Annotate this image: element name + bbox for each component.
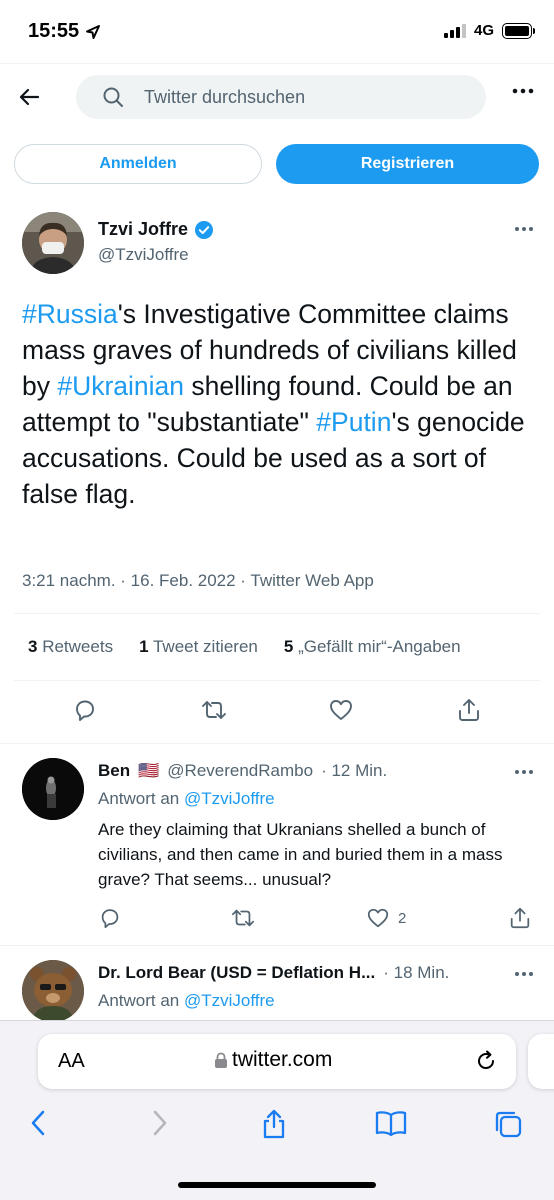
reply-author-name[interactable]: Ben: [98, 761, 130, 781]
signal-icon: [443, 23, 466, 38]
back-arrow-icon[interactable]: [16, 84, 42, 110]
reply-likes-count: 2: [398, 909, 407, 927]
signup-button[interactable]: Registrieren: [276, 144, 539, 184]
battery-icon: [502, 22, 535, 39]
avatar[interactable]: [22, 212, 84, 274]
reply-to-line: Antwort an @TzviJoffre: [98, 789, 275, 809]
retweets-count: 3: [28, 637, 38, 656]
tweet-timestamp[interactable]: 3:21 nachm. · 16. Feb. 2022 · Twitter We…: [22, 571, 374, 591]
status-time-text: 15:55: [28, 20, 80, 42]
next-tab-peek[interactable]: [528, 1034, 554, 1089]
retweets-stat[interactable]: 3 Retweets: [28, 637, 113, 657]
like-icon[interactable]: [328, 697, 354, 723]
quotes-stat[interactable]: 1 Tweet zitieren: [139, 637, 258, 657]
status-indicators: 4G: [443, 22, 535, 39]
divider: [14, 680, 540, 681]
avatar-photo: [22, 758, 84, 820]
reply-to-label: Antwort an: [98, 789, 180, 808]
avatar[interactable]: [22, 758, 84, 820]
top-divider: [0, 63, 554, 64]
login-button[interactable]: Anmelden: [14, 144, 262, 184]
text-size-button[interactable]: AA: [58, 1050, 85, 1073]
tweet-stats: 3 Retweets 1 Tweet zitieren 5 „Gefällt m…: [28, 637, 461, 657]
likes-stat[interactable]: 5 „Gefällt mir“-Angaben: [284, 637, 461, 657]
reply-more-icon[interactable]: [514, 971, 534, 977]
reload-icon[interactable]: [474, 1049, 498, 1073]
quotes-count: 1: [139, 637, 149, 656]
retweet-icon[interactable]: [230, 906, 256, 930]
reply-to-line: Antwort an @TzviJoffre: [98, 991, 275, 1011]
reply-text: Are they claiming that Ukranians shelled…: [98, 820, 503, 889]
reply-to-label: Antwort an: [98, 991, 180, 1010]
reply-time[interactable]: · 18 Min.: [383, 963, 449, 983]
reply-icon[interactable]: [72, 697, 98, 723]
retweet-icon[interactable]: [200, 697, 228, 723]
divider: [0, 743, 554, 744]
reply-icon[interactable]: [98, 906, 122, 930]
likes-label: „Gefällt mir“-Angaben: [298, 637, 461, 656]
hashtag-putin[interactable]: #Putin: [316, 407, 391, 437]
avatar-photo: [22, 212, 84, 274]
hashtag-ukrainian[interactable]: #Ukrainian: [57, 371, 184, 401]
search-placeholder: Twitter durchsuchen: [144, 86, 306, 107]
search-input[interactable]: Twitter durchsuchen: [76, 75, 486, 119]
tweet-text: #Russia's Investigative Committee claims…: [22, 296, 534, 512]
tweet-author-name[interactable]: Tzvi Joffre: [98, 219, 214, 240]
like-icon: [367, 908, 389, 928]
reply-author-handle[interactable]: @ReverendRambo: [167, 761, 313, 781]
location-arrow-icon: [86, 24, 101, 39]
quotes-label: Tweet zitieren: [152, 637, 258, 656]
search-icon: [103, 87, 123, 107]
network-label: 4G: [473, 22, 494, 39]
avatar[interactable]: [22, 960, 84, 1022]
home-indicator: [178, 1182, 376, 1188]
reply-header: Ben 🇺🇸 @ReverendRambo · 12 Min.: [98, 761, 387, 781]
avatar-photo: [22, 960, 84, 1022]
reply-header: Dr. Lord Bear (USD = Deflation H... · 18…: [98, 963, 449, 983]
share-icon[interactable]: [456, 697, 482, 723]
retweets-label: Retweets: [42, 637, 114, 656]
verified-badge-icon: [195, 220, 214, 239]
status-time: 15:55: [28, 20, 101, 43]
reply-author-name[interactable]: Dr. Lord Bear (USD = Deflation H...: [98, 963, 375, 983]
bookmarks-icon[interactable]: [374, 1108, 408, 1138]
reply-like-button[interactable]: 2: [366, 906, 406, 930]
divider: [0, 945, 554, 946]
likes-count: 5: [283, 637, 294, 656]
author-name-text: Tzvi Joffre: [98, 219, 189, 239]
text-size-label: AA: [58, 1050, 85, 1072]
browser-forward-icon[interactable]: [148, 1108, 170, 1138]
share-icon[interactable]: [508, 906, 532, 930]
more-options-icon[interactable]: [512, 88, 534, 94]
tabs-icon[interactable]: [492, 1108, 524, 1140]
tweet-more-icon[interactable]: [514, 226, 534, 232]
reply-more-icon[interactable]: [514, 769, 534, 775]
flag-icon: 🇺🇸: [138, 761, 160, 780]
reply-time[interactable]: · 12 Min.: [321, 761, 387, 781]
browser-back-icon[interactable]: [28, 1108, 50, 1138]
browser-share-icon[interactable]: [259, 1108, 289, 1140]
reply-to-handle-link[interactable]: @TzviJoffre: [184, 991, 275, 1010]
divider: [14, 613, 540, 614]
hashtag-russia[interactable]: #Russia: [22, 299, 118, 329]
url-text: twitter.com: [232, 1048, 333, 1071]
lock-icon: [215, 1052, 227, 1068]
reply-to-handle-link[interactable]: @TzviJoffre: [184, 789, 275, 808]
tweet-author-handle[interactable]: @TzviJoffre: [98, 245, 189, 265]
url-display[interactable]: twitter.com: [214, 1048, 332, 1072]
